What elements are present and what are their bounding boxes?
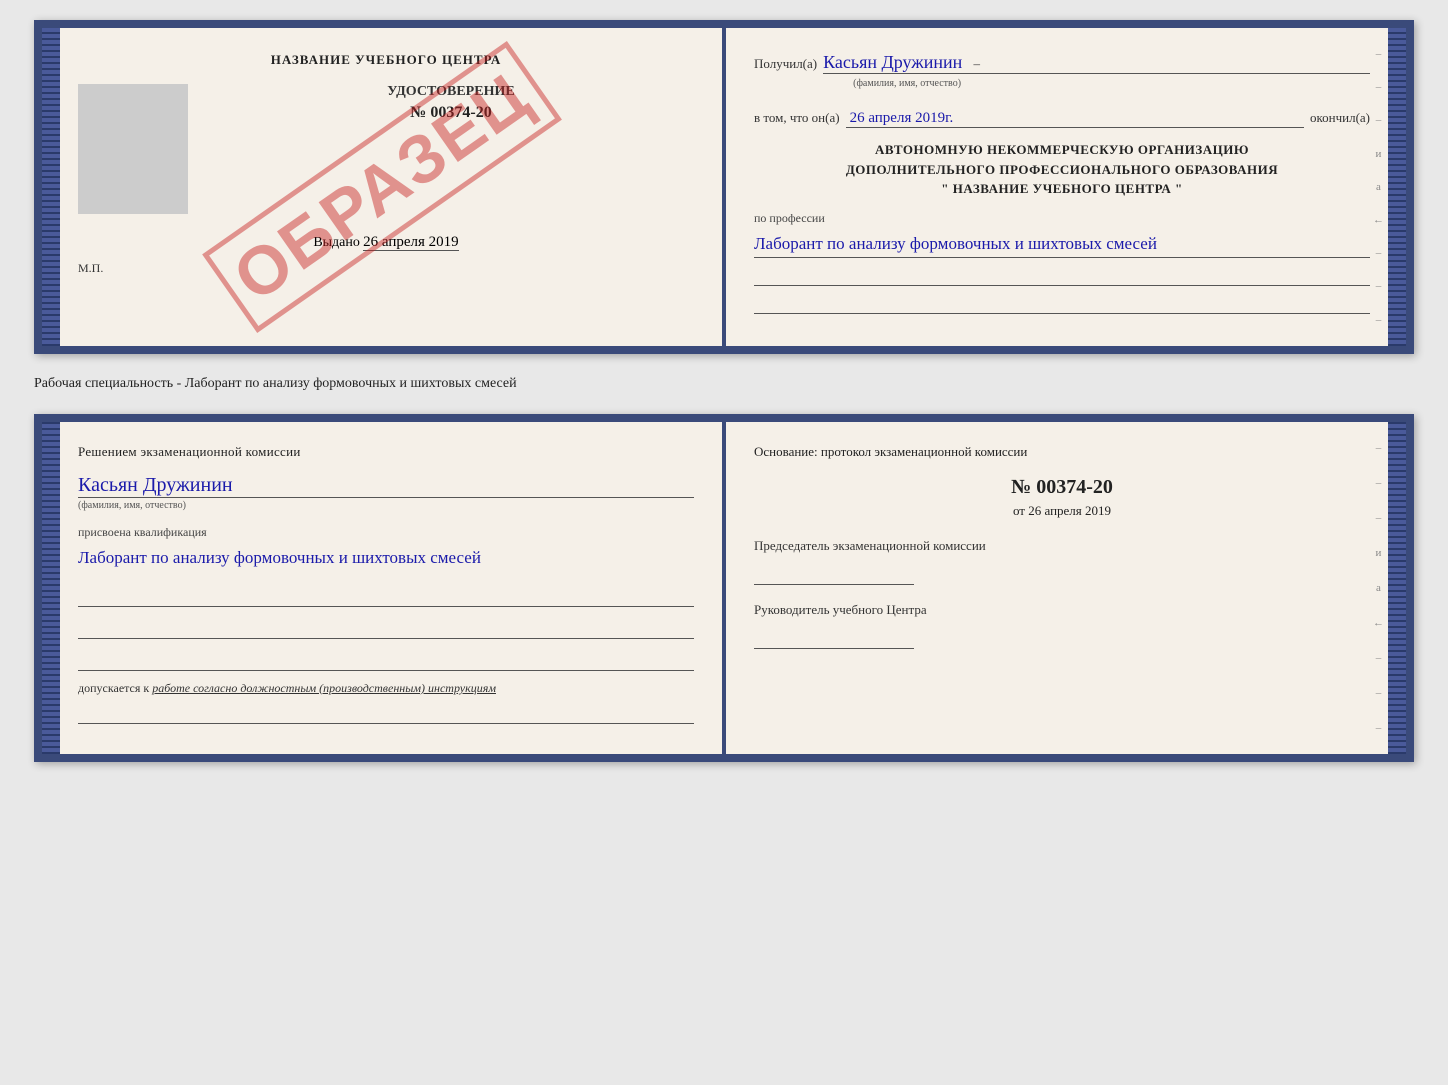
b-edge-mark-а: а: [1376, 582, 1381, 594]
middle-label: Рабочая специальность - Лаборант по анал…: [34, 372, 1414, 396]
top-left-page: НАЗВАНИЕ УЧЕБНОГО ЦЕНТРА УДОСТОВЕРЕНИЕ №…: [42, 28, 726, 346]
bottom-line-2: [78, 615, 694, 639]
cert-issued: Выдано 26 апреля 2019: [78, 234, 694, 251]
cert-type-label: УДОСТОВЕРЕНИЕ: [208, 84, 694, 100]
fio-note: (фамилия, имя, отчество): [853, 78, 961, 89]
received-label: Получил(а): [754, 56, 817, 72]
completed-label: окончил(а): [1310, 110, 1370, 126]
top-booklet: НАЗВАНИЕ УЧЕБНОГО ЦЕНТРА УДОСТОВЕРЕНИЕ №…: [34, 20, 1414, 354]
org-line2: ДОПОЛНИТЕЛЬНОГО ПРОФЕССИОНАЛЬНОГО ОБРАЗО…: [754, 160, 1370, 180]
допуск-text: допускается к работе согласно должностны…: [78, 681, 694, 696]
edge-mark-2: –: [1376, 81, 1382, 93]
decision-title: Решением экзаменационной комиссии: [78, 444, 694, 460]
edge-mark-а: а: [1376, 181, 1381, 193]
underline-field-2: [754, 294, 1370, 314]
chair-sign-line: [754, 561, 914, 585]
bottom-name: Касьян Дружинин: [78, 474, 694, 498]
issued-date: 26 апреля 2019: [363, 234, 459, 251]
допуск-value: работе согласно должностным (производств…: [152, 681, 496, 695]
b-edge-mark-3: –: [1376, 512, 1382, 524]
profession-handwritten: Лаборант по анализу формовочных и шихтов…: [754, 230, 1370, 258]
received-line: Получил(а) Касьян Дружинин – (фамилия, и…: [754, 52, 1370, 74]
b-edge-mark-4: ←: [1373, 617, 1384, 629]
rukov-sign-line: [754, 625, 914, 649]
right-edge-marks: – – – и а ← – – –: [1373, 48, 1384, 326]
bottom-line-4: [78, 700, 694, 724]
edge-mark-7: –: [1376, 314, 1382, 326]
profession-label: по профессии: [754, 211, 1370, 226]
b-edge-mark-7: –: [1376, 722, 1382, 734]
cert-number: № 00374-20: [208, 104, 694, 122]
proto-date-value: 26 апреля 2019: [1028, 503, 1111, 518]
edge-mark-1: –: [1376, 48, 1382, 60]
issued-label: Выдано: [313, 235, 360, 250]
bottom-right-page: Основание: протокол экзаменационной коми…: [726, 422, 1406, 754]
b-edge-mark-2: –: [1376, 477, 1382, 489]
b-edge-mark-и: и: [1376, 547, 1382, 559]
edge-mark-4: ←: [1373, 214, 1384, 226]
bottom-booklet: Решением экзаменационной комиссии Касьян…: [34, 414, 1414, 762]
edge-mark-6: –: [1376, 280, 1382, 292]
qualification-label: присвоена квалификация: [78, 525, 694, 540]
chair-label: Председатель экзаменационной комиссии: [754, 537, 1370, 555]
bottom-right-edge-marks: – – – и а ← – – –: [1373, 442, 1384, 734]
completed-date: 26 апреля 2019г.: [846, 110, 1304, 128]
qualification-handwritten: Лаборант по анализу формовочных и шихтов…: [78, 544, 694, 571]
bottom-name-sub: (фамилия, имя, отчество): [78, 500, 694, 511]
dash: –: [974, 56, 981, 71]
bottom-line-3: [78, 647, 694, 671]
org-line3: " НАЗВАНИЕ УЧЕБНОГО ЦЕНТРА ": [754, 179, 1370, 199]
edge-mark-3: –: [1376, 114, 1382, 126]
proto-date: от 26 апреля 2019: [754, 503, 1370, 519]
b-edge-mark-6: –: [1376, 687, 1382, 699]
in-that-label: в том, что он(а): [754, 110, 840, 126]
допуск-label: допускается к: [78, 681, 149, 695]
received-name: Касьян Дружинин: [823, 52, 962, 72]
osnov-title: Основание: протокол экзаменационной коми…: [754, 444, 1370, 460]
mp-label: М.П.: [78, 261, 694, 276]
cert-title: НАЗВАНИЕ УЧЕБНОГО ЦЕНТРА: [78, 52, 694, 68]
photo-placeholder: [78, 84, 188, 214]
bottom-line-1: [78, 583, 694, 607]
bottom-lines: [78, 583, 694, 671]
top-right-page: Получил(а) Касьян Дружинин – (фамилия, и…: [726, 28, 1406, 346]
org-block: АВТОНОМНУЮ НЕКОММЕРЧЕСКУЮ ОРГАНИЗАЦИЮ ДО…: [754, 140, 1370, 199]
rukov-label: Руководитель учебного Центра: [754, 601, 1370, 619]
in-that-line: в том, что он(а) 26 апреля 2019г. окончи…: [754, 110, 1370, 128]
proto-date-prefix: от: [1013, 503, 1025, 518]
edge-mark-и: и: [1376, 148, 1382, 160]
proto-number: № 00374-20: [754, 476, 1370, 499]
b-edge-mark-5: –: [1376, 652, 1382, 664]
edge-mark-5: –: [1376, 247, 1382, 259]
underline-field-1: [754, 266, 1370, 286]
org-line1: АВТОНОМНУЮ НЕКОММЕРЧЕСКУЮ ОРГАНИЗАЦИЮ: [754, 140, 1370, 160]
b-edge-mark-1: –: [1376, 442, 1382, 454]
bottom-left-page: Решением экзаменационной комиссии Касьян…: [42, 422, 726, 754]
